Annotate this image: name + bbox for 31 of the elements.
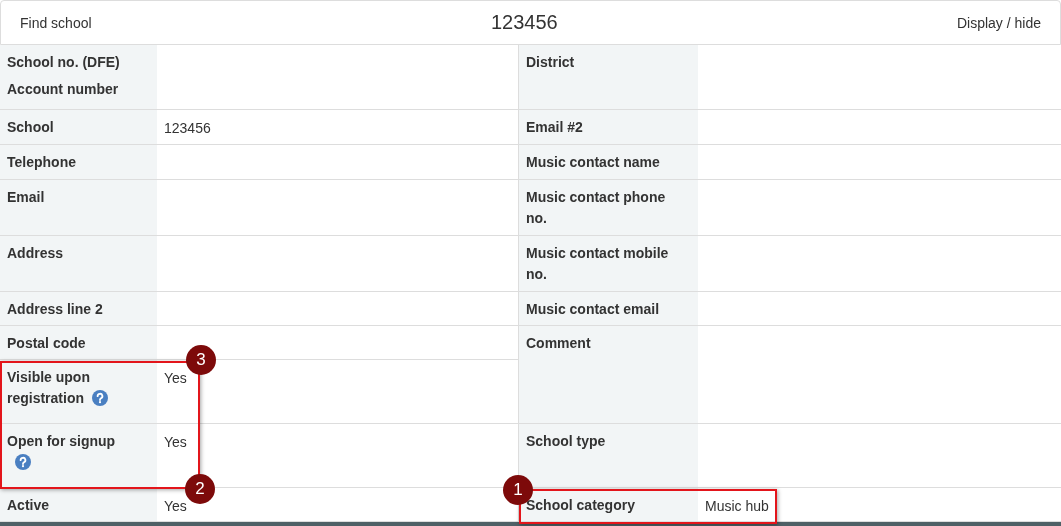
field-label: Music contact name: [526, 153, 660, 172]
field-label: School: [7, 118, 54, 137]
step-marker: 2: [185, 474, 215, 504]
field-label: District: [526, 53, 575, 72]
field-label: Music contact phone no.: [526, 188, 667, 228]
field-label: Address line 2: [7, 300, 103, 319]
field-label: School no. (DFE): [7, 53, 120, 72]
field-label: Telephone: [7, 153, 76, 172]
field-label: Postal code: [7, 334, 86, 353]
help-icon[interactable]: [92, 390, 108, 406]
field-label: Address: [7, 244, 64, 263]
help-icon[interactable]: [15, 454, 31, 470]
display-hide-link[interactable]: Display / hide: [956, 14, 1041, 31]
field-value: 123456: [164, 120, 211, 136]
field-label: Active: [7, 496, 50, 515]
field-label: Account number: [7, 80, 119, 99]
field-label: Email: [7, 188, 45, 207]
field-label: Open for signup: [7, 431, 137, 473]
field-value: Yes: [164, 434, 187, 450]
field-label: Visible upon registration: [7, 367, 137, 409]
field-value: Yes: [164, 370, 187, 386]
step-marker: 3: [186, 345, 216, 375]
field-label: Email #2: [526, 118, 583, 137]
panel-title: 123456: [490, 11, 558, 34]
field-value: Yes: [164, 498, 187, 514]
field-value: Music hub: [705, 498, 769, 514]
field-label: School type: [526, 432, 606, 451]
find-school-link[interactable]: Find school: [20, 14, 92, 31]
field-label: Music contact mobile no.: [526, 244, 670, 284]
field-label: Comment: [526, 334, 591, 353]
field-label: Music contact email: [526, 300, 660, 319]
